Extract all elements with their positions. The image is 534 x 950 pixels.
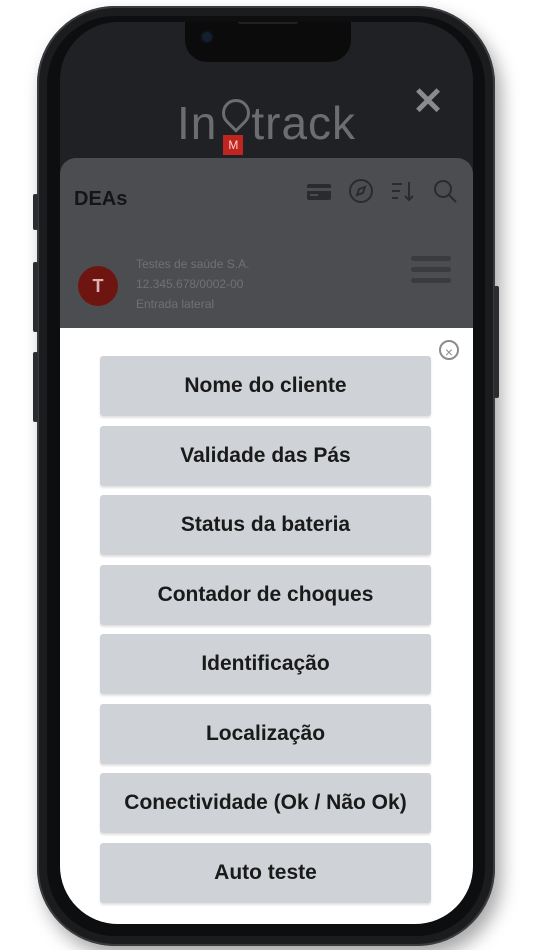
compass-icon[interactable] [348, 178, 374, 204]
item-company: Testes de saúde S.A. [136, 257, 250, 271]
front-camera [202, 32, 212, 42]
logo-text-left: In [176, 97, 218, 149]
card-icon[interactable] [306, 178, 332, 204]
phone-screen: In Mtrack ✕ DEAs T Testes de saúde S.A. 1… [60, 22, 473, 924]
list-item[interactable]: T Testes de saúde S.A. 12.345.678/0002-0… [60, 242, 473, 322]
option-button[interactable]: Status da bateria [100, 495, 431, 555]
item-details: Testes de saúde S.A. 12.345.678/0002-00 … [136, 254, 249, 314]
volume-up-button [33, 262, 38, 332]
options-modal: × Nome do cliente Validade das Pás Status … [60, 328, 473, 924]
option-button[interactable]: Contador de choques [100, 564, 431, 625]
power-button [494, 286, 499, 398]
item-cnpj: 12.345.678/0002-00 [136, 277, 244, 291]
sort-icon[interactable] [390, 178, 416, 204]
logo-text-right: track [251, 97, 357, 149]
logo-m-badge: M [223, 134, 244, 155]
notch [185, 22, 351, 62]
close-icon[interactable]: × [439, 340, 459, 360]
option-button[interactable]: Auto teste [100, 842, 431, 903]
avatar: T [78, 266, 118, 306]
close-icon[interactable]: ✕ [408, 82, 448, 122]
option-button[interactable]: Identificação [100, 634, 431, 694]
option-button[interactable]: Validade das Pás [100, 425, 431, 486]
option-button[interactable]: Conectividade (Ok / Não Ok) [100, 773, 431, 833]
hamburger-menu-icon[interactable] [411, 256, 451, 288]
location-pin-icon: M [216, 92, 257, 159]
page-title: DEAs [74, 188, 128, 210]
earpiece-speaker [237, 22, 299, 24]
volume-down-button [33, 352, 38, 422]
search-icon[interactable] [432, 178, 458, 204]
silent-switch [33, 194, 38, 230]
item-location: Entrada lateral [136, 297, 215, 311]
option-button[interactable]: Nome do cliente [100, 356, 431, 416]
option-button[interactable]: Localização [100, 703, 431, 764]
